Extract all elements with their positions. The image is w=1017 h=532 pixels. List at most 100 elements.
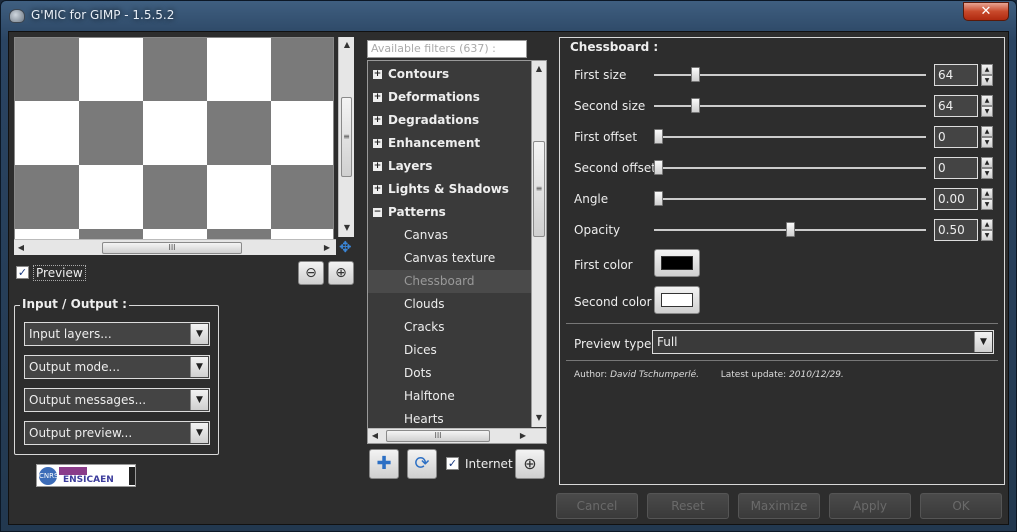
first-offset-spinbox[interactable]: 0 xyxy=(934,126,978,148)
scroll-left-arrow[interactable]: ◀ xyxy=(14,241,28,255)
second-offset-spinbox[interactable]: 0 xyxy=(934,157,978,179)
spin-up-icon[interactable]: ▲ xyxy=(981,188,993,199)
chevron-down-icon[interactable]: ▼ xyxy=(190,357,208,377)
second-size-slider-handle[interactable] xyxy=(690,98,700,113)
second-offset-spin-arrows[interactable]: ▲ ▼ xyxy=(981,157,993,179)
filter-item-dices[interactable]: Dices xyxy=(368,339,532,362)
scroll-up-arrow[interactable]: ▲ xyxy=(340,38,354,52)
filter-category-deformations[interactable]: + Deformations xyxy=(368,86,532,109)
zoom-in-button[interactable]: ⊕ xyxy=(328,261,354,285)
first-offset-slider-handle[interactable] xyxy=(654,129,663,144)
second-color-button[interactable] xyxy=(654,286,700,314)
expand-icon[interactable]: + xyxy=(373,93,382,102)
chevron-down-icon[interactable]: ▼ xyxy=(190,390,208,410)
cancel-button[interactable]: Cancel xyxy=(556,493,638,519)
preview-checkbox-label[interactable]: Preview xyxy=(33,265,86,281)
input-layers-combo[interactable]: Input layers... ▼ xyxy=(24,322,210,346)
collapse-icon[interactable]: − xyxy=(373,208,382,217)
preview-type-combo[interactable]: Full ▼ xyxy=(652,330,994,354)
spin-down-icon[interactable]: ▼ xyxy=(981,199,993,210)
output-messages-combo[interactable]: Output messages... ▼ xyxy=(24,388,210,412)
spin-up-icon[interactable]: ▲ xyxy=(981,64,993,75)
zoom-out-button[interactable]: ⊖ xyxy=(298,261,324,285)
first-size-slider-handle[interactable] xyxy=(690,67,700,82)
filter-item-chessboard[interactable]: Chessboard xyxy=(368,270,532,293)
opacity-spin-arrows[interactable]: ▲ ▼ xyxy=(981,219,993,241)
filter-zoom-button[interactable]: ⊕ xyxy=(515,449,545,479)
filter-item-canvas-texture[interactable]: Canvas texture xyxy=(368,247,532,270)
maximize-button[interactable]: Maximize xyxy=(738,493,820,519)
second-size-spinbox[interactable]: 64 xyxy=(934,95,978,117)
scroll-up-arrow[interactable]: ▲ xyxy=(532,62,546,76)
spin-down-icon[interactable]: ▼ xyxy=(981,168,993,179)
filter-search-input[interactable]: Available filters (637) : xyxy=(367,40,527,58)
preview-vscroll-thumb[interactable]: ≡ xyxy=(341,97,352,177)
expand-icon[interactable]: + xyxy=(373,116,382,125)
preview-pane[interactable] xyxy=(14,37,334,255)
scroll-right-arrow[interactable]: ▶ xyxy=(320,241,334,255)
angle-spin-arrows[interactable]: ▲ ▼ xyxy=(981,188,993,210)
tree-hscroll-thumb[interactable]: III xyxy=(386,430,490,442)
expand-icon[interactable]: + xyxy=(373,139,382,148)
add-favorite-button[interactable]: ✚ xyxy=(369,449,399,479)
internet-label[interactable]: Internet xyxy=(465,457,513,471)
filter-category-lights-shadows[interactable]: + Lights & Shadows xyxy=(368,178,532,201)
reset-button[interactable]: Reset xyxy=(647,493,729,519)
preview-horizontal-scrollbar[interactable]: ◀ III ▶ xyxy=(14,239,336,255)
opacity-slider-handle[interactable] xyxy=(786,222,795,237)
preview-vertical-scrollbar[interactable]: ▲ ≡ ▼ xyxy=(338,37,354,237)
first-color-button[interactable] xyxy=(654,249,700,277)
first-offset-slider[interactable] xyxy=(654,136,926,138)
internet-checkbox[interactable]: ✓ xyxy=(446,457,459,470)
chevron-down-icon[interactable]: ▼ xyxy=(190,324,208,344)
filter-category-enhancement[interactable]: + Enhancement xyxy=(368,132,532,155)
chevron-down-icon[interactable]: ▼ xyxy=(190,423,208,443)
angle-slider[interactable] xyxy=(654,198,926,200)
filter-item-canvas[interactable]: Canvas xyxy=(368,224,532,247)
second-offset-slider[interactable] xyxy=(654,167,926,169)
preview-hscroll-thumb[interactable]: III xyxy=(102,242,242,254)
expand-icon[interactable]: + xyxy=(373,70,382,79)
preview-checkbox[interactable]: ✓ xyxy=(16,266,29,279)
spin-down-icon[interactable]: ▼ xyxy=(981,75,993,86)
spin-down-icon[interactable]: ▼ xyxy=(981,137,993,148)
scroll-right-arrow[interactable]: ▶ xyxy=(516,429,530,443)
opacity-spinbox[interactable]: 0.50 xyxy=(934,219,978,241)
refresh-filters-button[interactable]: ⟳ xyxy=(407,449,437,479)
filter-category-patterns[interactable]: − Patterns xyxy=(368,201,532,224)
spin-down-icon[interactable]: ▼ xyxy=(981,230,993,241)
filter-tree-horizontal-scrollbar[interactable]: ◀ III ▶ xyxy=(368,428,546,443)
chevron-down-icon[interactable]: ▼ xyxy=(974,332,992,352)
first-offset-spin-arrows[interactable]: ▲ ▼ xyxy=(981,126,993,148)
spin-up-icon[interactable]: ▲ xyxy=(981,219,993,230)
filter-tree-vertical-scrollbar[interactable]: ▲ ≡ ▼ xyxy=(531,61,546,427)
first-size-spinbox[interactable]: 64 xyxy=(934,64,978,86)
tree-vscroll-thumb[interactable]: ≡ xyxy=(533,141,545,237)
spin-down-icon[interactable]: ▼ xyxy=(981,106,993,117)
filter-item-halftone[interactable]: Halftone xyxy=(368,385,532,408)
angle-slider-handle[interactable] xyxy=(654,191,663,206)
filter-category-degradations[interactable]: + Degradations xyxy=(368,109,532,132)
spin-up-icon[interactable]: ▲ xyxy=(981,95,993,106)
filter-item-cracks[interactable]: Cracks xyxy=(368,316,532,339)
spin-up-icon[interactable]: ▲ xyxy=(981,126,993,137)
scroll-down-arrow[interactable]: ▼ xyxy=(532,411,546,425)
spin-up-icon[interactable]: ▲ xyxy=(981,157,993,168)
scroll-down-arrow[interactable]: ▼ xyxy=(340,221,354,235)
first-size-spin-arrows[interactable]: ▲ ▼ xyxy=(981,64,993,86)
filter-tree[interactable]: + Contours + Deformations + Degradations + Enha… xyxy=(367,60,547,444)
move-icon[interactable]: ✥ xyxy=(339,238,352,256)
output-preview-combo[interactable]: Output preview... ▼ xyxy=(24,421,210,445)
second-size-spin-arrows[interactable]: ▲ ▼ xyxy=(981,95,993,117)
apply-button[interactable]: Apply xyxy=(829,493,911,519)
second-offset-slider-handle[interactable] xyxy=(654,160,663,175)
filter-category-layers[interactable]: + Layers xyxy=(368,155,532,178)
expand-icon[interactable]: + xyxy=(373,185,382,194)
filter-item-dots[interactable]: Dots xyxy=(368,362,532,385)
filter-category-contours[interactable]: + Contours xyxy=(368,63,532,86)
output-mode-combo[interactable]: Output mode... ▼ xyxy=(24,355,210,379)
expand-icon[interactable]: + xyxy=(373,162,382,171)
title-bar[interactable]: G'MIC for GIMP - 1.5.5.2 ✕ xyxy=(1,1,1016,31)
angle-spinbox[interactable]: 0.00 xyxy=(934,188,978,210)
ok-button[interactable]: OK xyxy=(920,493,1002,519)
